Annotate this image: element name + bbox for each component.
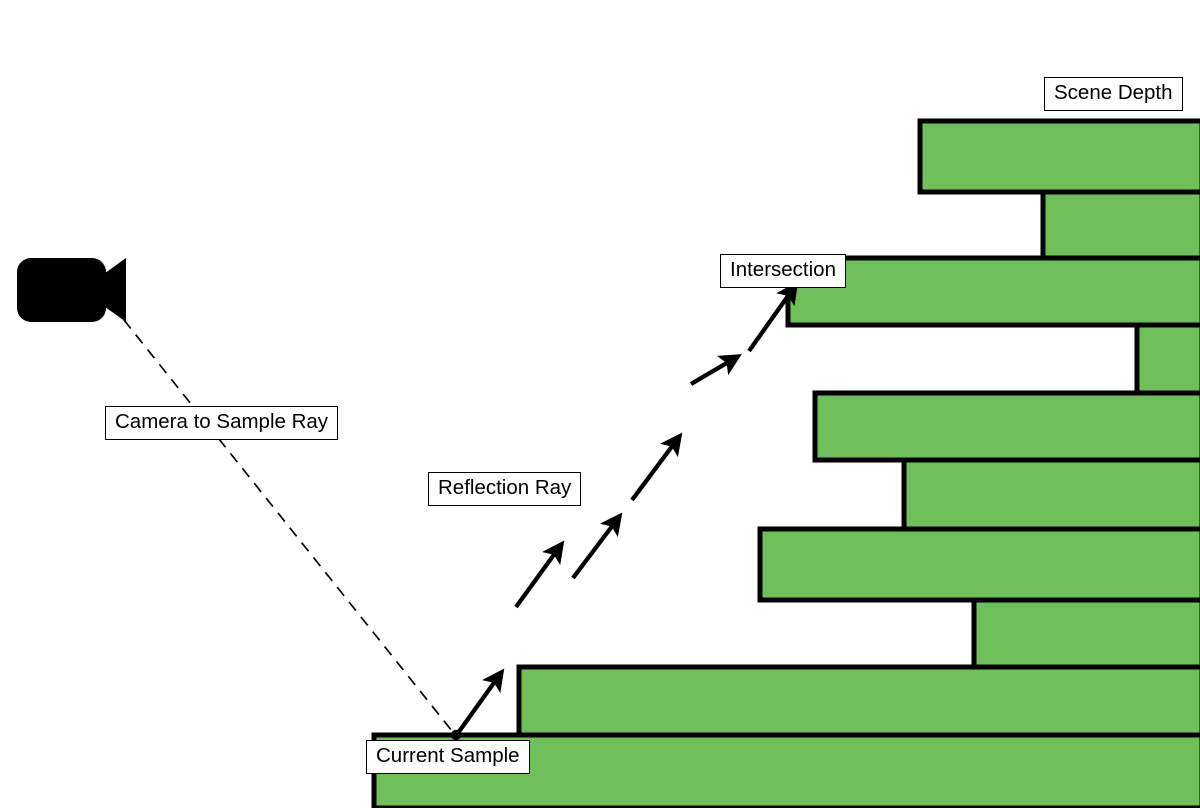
scene-depth-slab <box>757 526 1200 603</box>
reflection-ray-segment <box>571 512 623 580</box>
scene-depth-slab <box>1040 189 1200 261</box>
diagram-canvas: Scene Depth Intersection Camera to Sampl… <box>0 0 1200 808</box>
reflection-ray-segment <box>630 432 683 502</box>
scene-depth-slab <box>812 390 1200 463</box>
reflection-ray-label: Reflection Ray <box>428 472 582 506</box>
scene-depth-slab <box>917 118 1200 195</box>
reflection-ray-segment <box>456 668 505 735</box>
scene-depth-slab-group <box>371 118 1200 808</box>
scene-depth-slab <box>971 597 1200 670</box>
scene-depth-slab <box>785 255 1200 328</box>
camera-to-sample-ray-line <box>111 304 457 737</box>
scene-depth-slab <box>901 457 1200 532</box>
reflection-ray-segment <box>514 540 565 609</box>
current-sample-label: Current Sample <box>366 740 530 774</box>
intersection-label: Intersection <box>720 254 846 288</box>
camera-to-sample-ray-label: Camera to Sample Ray <box>105 406 339 440</box>
video-camera-icon <box>17 258 126 322</box>
scene-depth-label: Scene Depth <box>1044 77 1183 111</box>
scene-depth-slab <box>516 664 1200 738</box>
scene-depth-diagram <box>17 118 1200 808</box>
scene-depth-slab <box>1134 322 1200 396</box>
reflection-ray-segment <box>689 354 742 386</box>
